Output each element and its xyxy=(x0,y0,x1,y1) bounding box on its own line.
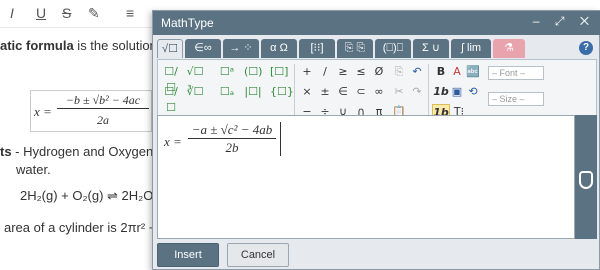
editor-formula-numerator: −a ± √c² − 4ab xyxy=(188,122,276,139)
doc-bold-term: atic formula xyxy=(0,38,74,53)
redo-icon[interactable]: ↷ xyxy=(408,84,426,100)
element-of-icon[interactable]: ∈ xyxy=(334,84,352,100)
editor-formula-denominator: 2b xyxy=(225,140,239,155)
subset-icon[interactable]: ⊂ xyxy=(352,84,370,100)
handwriting-sidebar[interactable] xyxy=(575,115,597,239)
doc-paragraph-3: area of a cylinder is 2πr² + xyxy=(4,220,157,235)
highlight-icon[interactable]: ✎ xyxy=(88,5,100,22)
doc-formula-lhs: x = xyxy=(34,104,52,119)
tab-matrices[interactable]: [⁝⁝] xyxy=(299,39,335,58)
doc-bold-term-2: ts xyxy=(0,144,12,159)
mathtype-dialog: MathType – ⤢ ✕ √☐ ☐/☐ ∈∞ → ⁘ α Ω [⁝⁝] ⎘ … xyxy=(152,10,600,270)
subscript-icon[interactable]: ☐ₐ xyxy=(218,84,236,100)
doc-text-2: - Hydrogen and Oxygen. xyxy=(11,144,157,159)
cut-icon[interactable]: ✂ xyxy=(390,84,408,100)
font-select[interactable]: – Font – xyxy=(488,66,544,80)
tab-sum-union[interactable]: Σ ∪ xyxy=(413,39,449,58)
tab-chemistry[interactable]: ⚗ xyxy=(493,39,525,58)
toolbar-divider-2 xyxy=(428,64,429,120)
dialog-titlebar[interactable]: MathType – ⤢ ✕ xyxy=(153,11,600,35)
tab-calculus[interactable]: ∫ lim xyxy=(451,39,491,58)
underline-button[interactable]: U xyxy=(36,5,46,21)
tab-brackets[interactable]: (⎕)⎕ xyxy=(375,39,411,58)
dialog-title: MathType xyxy=(161,16,214,30)
tab-fractions-radicals[interactable]: √☐ ☐/☐ xyxy=(157,39,183,74)
divide-slash-icon[interactable]: / xyxy=(316,64,334,80)
plus-icon[interactable]: + xyxy=(298,64,316,80)
parentheses-icon[interactable]: (☐) xyxy=(244,64,262,80)
doc-text: is the solution xyxy=(73,38,157,53)
greater-equal-icon[interactable]: ≥ xyxy=(334,64,352,80)
undo-icon[interactable]: ↶ xyxy=(408,64,426,80)
toolbar-divider xyxy=(294,64,295,120)
superscript-icon[interactable]: ☐ᵃ xyxy=(218,64,236,80)
spell-check-icon[interactable]: 🔤 xyxy=(464,64,482,80)
times-icon[interactable]: × xyxy=(298,84,316,100)
link-icon[interactable]: ⟲ xyxy=(464,84,482,100)
help-icon[interactable]: ? xyxy=(579,41,593,55)
cancel-button[interactable]: Cancel xyxy=(227,243,289,267)
doc-paragraph-2: ts - Hydrogen and Oxygen. xyxy=(0,144,157,159)
tab-symbols[interactable]: ∈∞ xyxy=(185,39,221,58)
window-controls[interactable]: – ⤢ ✕ xyxy=(533,14,595,29)
hand-icon[interactable] xyxy=(579,171,593,189)
less-equal-icon[interactable]: ≤ xyxy=(352,64,370,80)
symbol-toolbar: ☐/☐ ☐/☐ √☐ ∛☐ ☐ᵃ ☐ₐ (☐) |☐| [☐] {☐} + / … xyxy=(157,59,597,123)
formula-editor[interactable]: x = −a ± √c² − 4ab 2b xyxy=(157,115,575,239)
plus-minus-icon[interactable]: ± xyxy=(316,84,334,100)
square-root-icon[interactable]: √☐ xyxy=(186,64,204,80)
empty-set-icon[interactable]: Ø xyxy=(370,64,388,80)
nth-root-icon[interactable]: ∛☐ xyxy=(186,84,204,100)
tab-arrows[interactable]: → ⁘ xyxy=(223,39,259,58)
tab-greek[interactable]: α Ω xyxy=(261,39,297,58)
curly-brackets-icon[interactable]: {☐} xyxy=(270,84,294,100)
fraction-icon[interactable]: ☐/☐ xyxy=(162,64,180,94)
tab-scripts[interactable]: ⎘ ⎘ xyxy=(337,39,373,58)
text-cursor xyxy=(280,122,281,156)
editor-formula-lhs: x = xyxy=(164,134,182,149)
doc-paragraph-1: atic formula is the solution xyxy=(0,38,157,53)
size-select[interactable]: – Size – xyxy=(488,92,544,106)
absolute-value-icon[interactable]: |☐| xyxy=(244,84,262,100)
doc-reaction[interactable]: 2H₂(g) + O₂(g) ⇌ 2H₂O(l) xyxy=(20,188,165,204)
insert-button[interactable]: Insert xyxy=(157,243,219,267)
strikethrough-button[interactable]: S xyxy=(62,5,71,21)
copy-icon[interactable]: ⎘ xyxy=(390,64,408,80)
infinity-icon[interactable]: ∞ xyxy=(370,84,388,100)
doc-formula-denominator: 2a xyxy=(97,113,109,127)
bevelled-fraction-icon[interactable]: ☐/☐ xyxy=(162,84,180,114)
italic-button[interactable]: I xyxy=(10,5,14,21)
doc-paragraph-2b: water. xyxy=(16,162,51,177)
align-icon[interactable]: ≡ xyxy=(126,5,134,21)
square-brackets-icon[interactable]: [☐] xyxy=(270,64,288,80)
doc-formula[interactable]: x = −b ± √b² − 4ac 2a xyxy=(30,90,152,132)
doc-formula-numerator: −b ± √b² − 4ac xyxy=(57,93,149,109)
